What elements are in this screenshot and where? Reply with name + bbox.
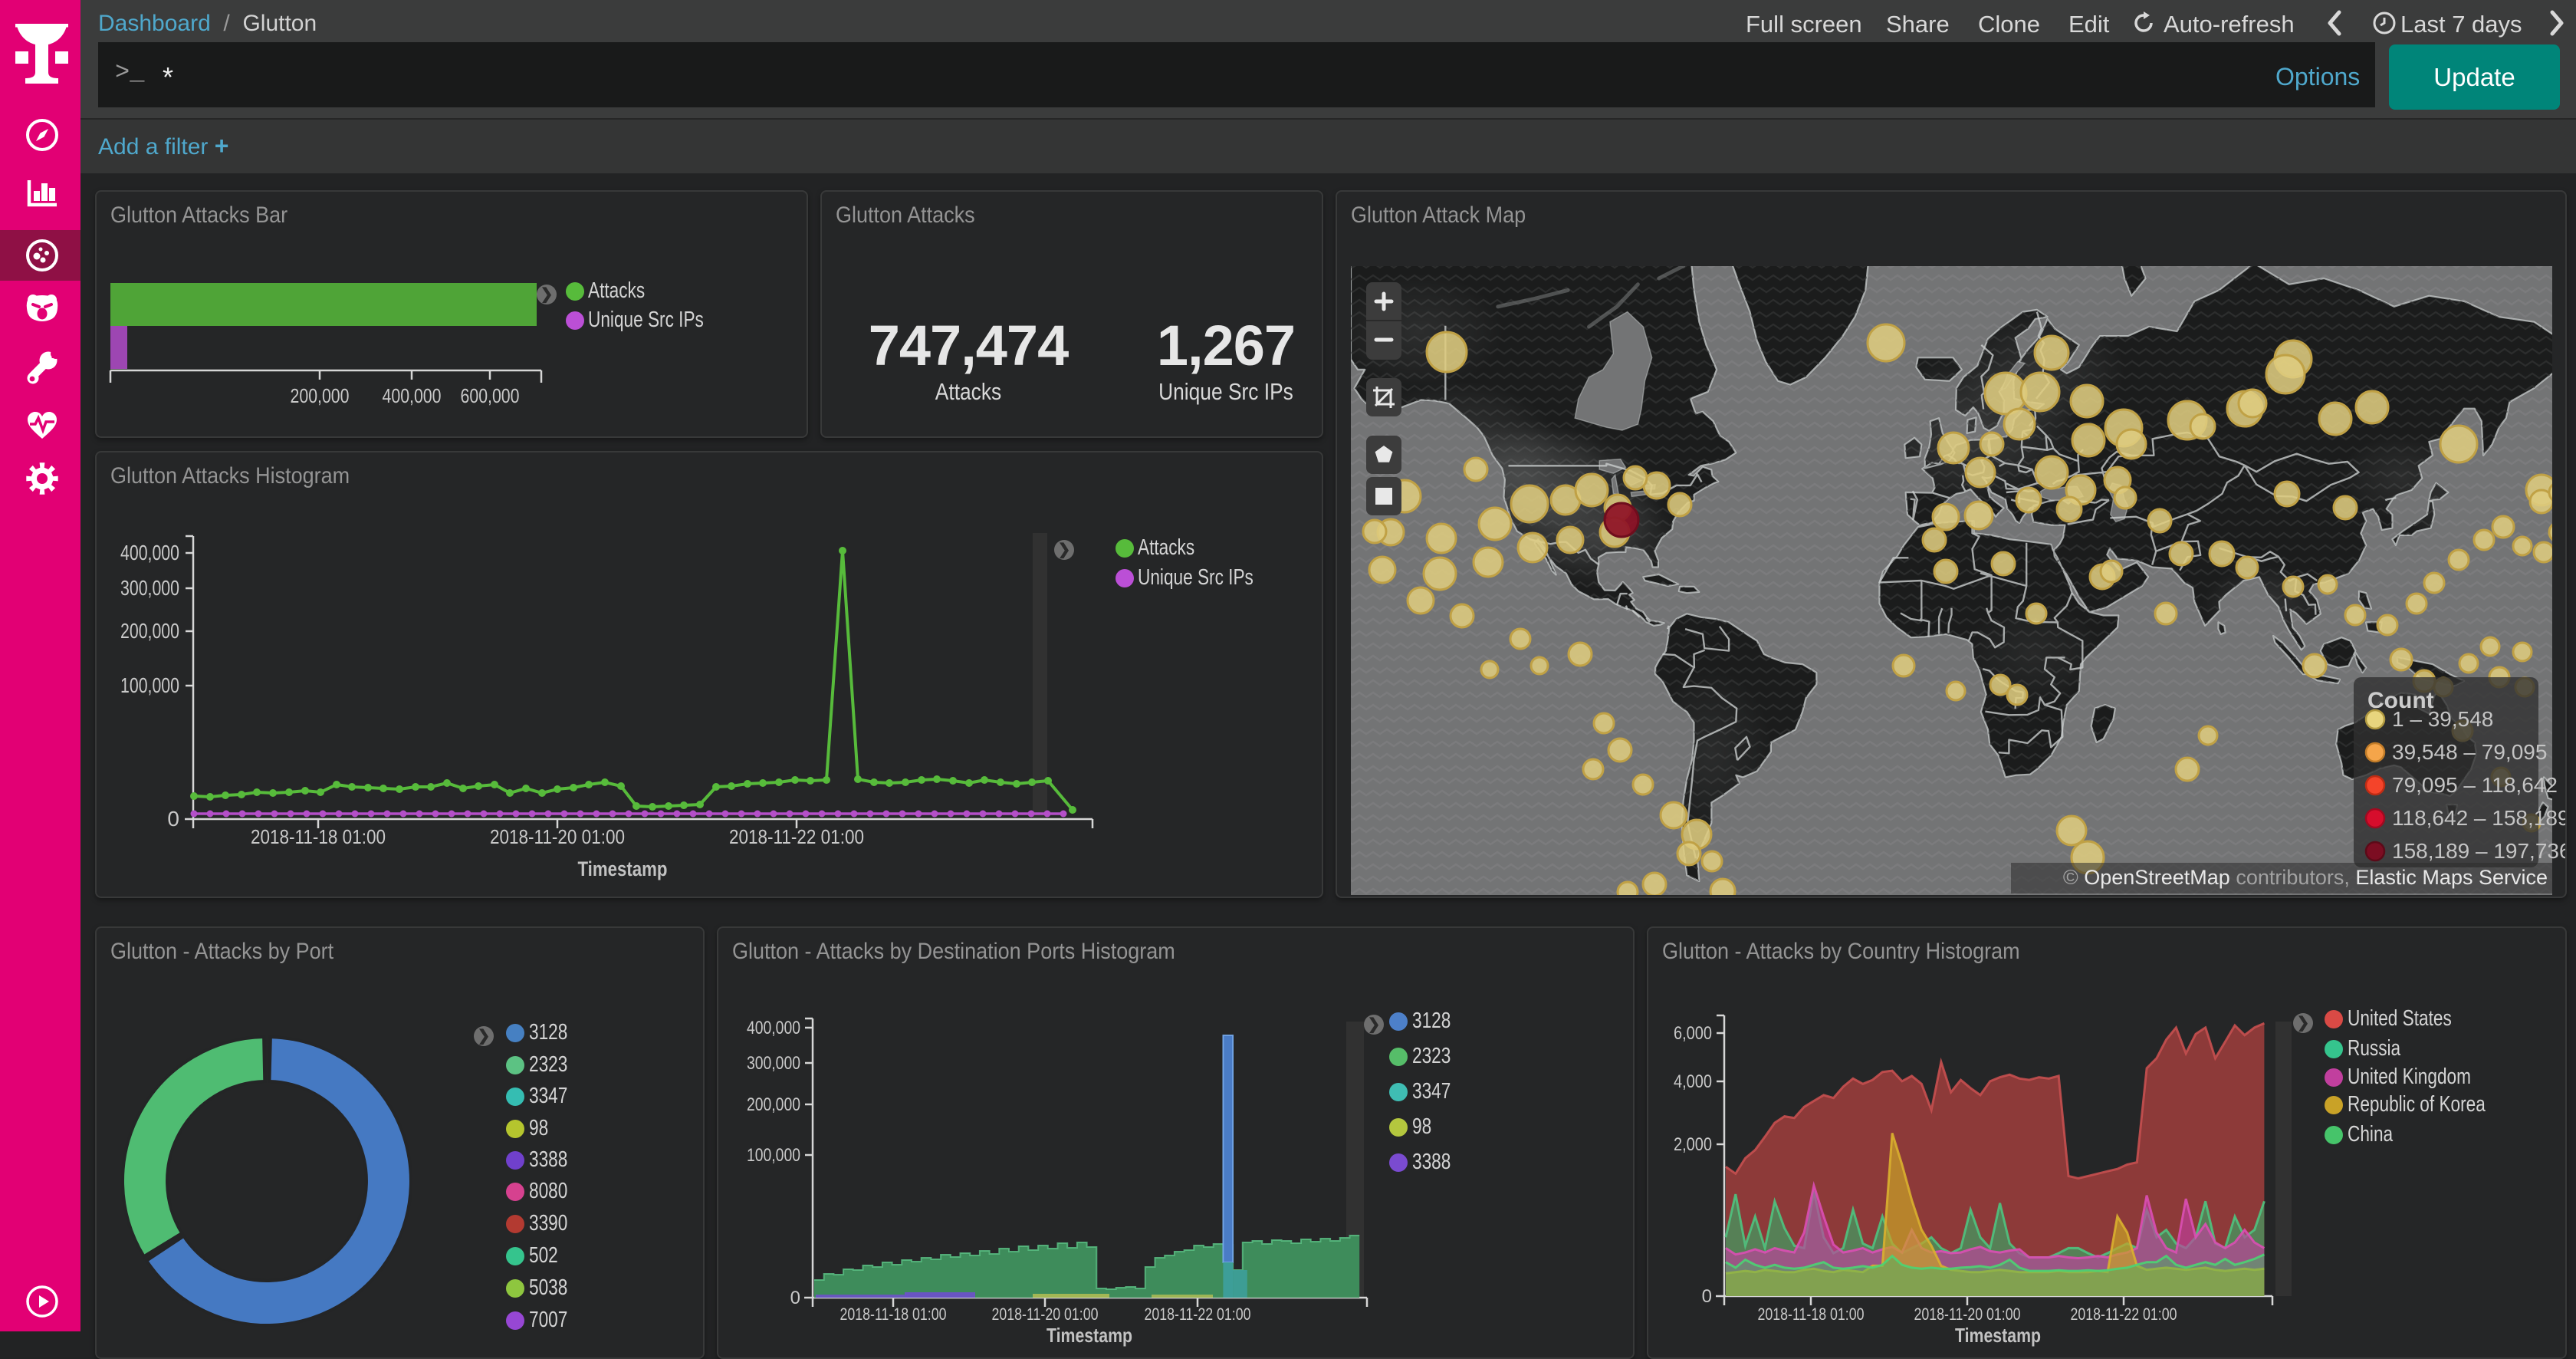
svg-text:2,000: 2,000 <box>1674 1134 1712 1155</box>
svg-text:79,095 – 118,642: 79,095 – 118,642 <box>2392 773 2558 797</box>
svg-text:39,548 – 79,095: 39,548 – 79,095 <box>2392 740 2547 764</box>
svg-text:158,189 – 197,736: 158,189 – 197,736 <box>2392 839 2565 863</box>
svg-text:6,000: 6,000 <box>1674 1023 1712 1044</box>
svg-text:200,000: 200,000 <box>747 1094 800 1115</box>
svg-text:0: 0 <box>790 1288 800 1308</box>
svg-text:1 – 39,548: 1 – 39,548 <box>2392 707 2493 731</box>
svg-text:2018-11-20 01:00: 2018-11-20 01:00 <box>1914 1305 2021 1324</box>
svg-text:2018-11-22 01:00: 2018-11-22 01:00 <box>2071 1305 2177 1324</box>
svg-text:2018-11-22 01:00: 2018-11-22 01:00 <box>1145 1305 1251 1324</box>
svg-text:400,000: 400,000 <box>383 384 442 407</box>
svg-text:Timestamp: Timestamp <box>1046 1324 1132 1347</box>
svg-text:200,000: 200,000 <box>291 384 350 407</box>
svg-text:200,000: 200,000 <box>120 619 179 643</box>
svg-text:2018-11-22 01:00: 2018-11-22 01:00 <box>729 825 864 848</box>
svg-text:Timestamp: Timestamp <box>1955 1324 2041 1347</box>
svg-text:2018-11-20 01:00: 2018-11-20 01:00 <box>490 825 625 848</box>
svg-text:2018-11-20 01:00: 2018-11-20 01:00 <box>992 1305 1099 1324</box>
svg-text:600,000: 600,000 <box>461 384 520 407</box>
svg-text:118,642 – 158,189: 118,642 – 158,189 <box>2392 806 2565 830</box>
svg-text:2018-11-18 01:00: 2018-11-18 01:00 <box>1758 1305 1865 1324</box>
svg-text:© OpenStreetMap contributors,: © OpenStreetMap contributors, Elastic Ma… <box>2063 866 2548 889</box>
svg-text:2018-11-18 01:00: 2018-11-18 01:00 <box>251 825 386 848</box>
svg-text:400,000: 400,000 <box>747 1018 800 1038</box>
svg-text:0: 0 <box>1702 1286 1712 1307</box>
svg-text:2018-11-18 01:00: 2018-11-18 01:00 <box>840 1305 947 1324</box>
svg-text:100,000: 100,000 <box>120 673 179 697</box>
svg-text:400,000: 400,000 <box>120 541 179 564</box>
svg-text:300,000: 300,000 <box>120 576 179 600</box>
svg-text:Timestamp: Timestamp <box>578 857 668 880</box>
svg-text:300,000: 300,000 <box>747 1053 800 1074</box>
svg-text:4,000: 4,000 <box>1674 1071 1712 1092</box>
svg-text:0: 0 <box>167 807 179 831</box>
svg-text:100,000: 100,000 <box>747 1145 800 1166</box>
